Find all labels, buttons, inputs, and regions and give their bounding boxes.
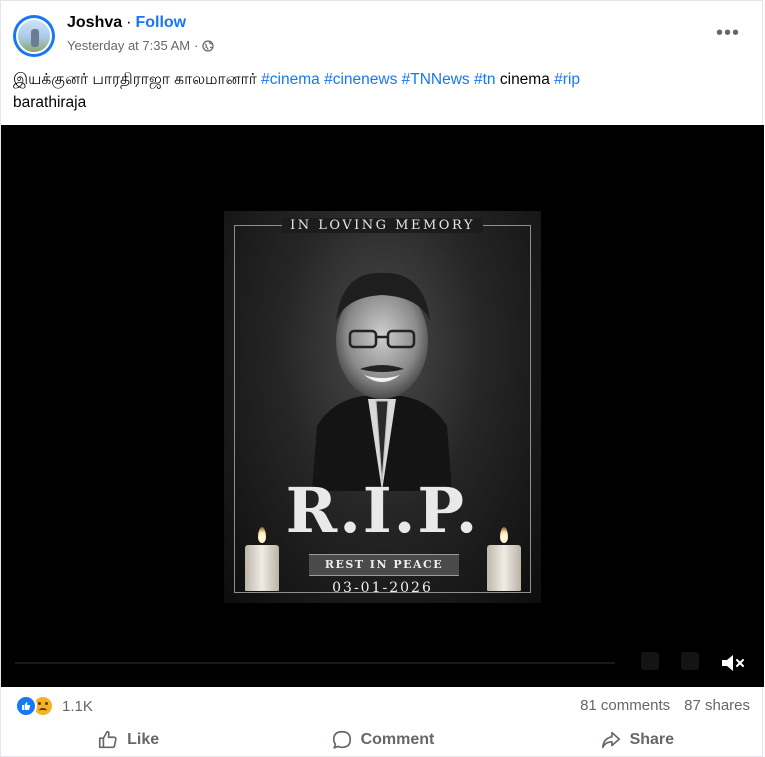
author-row: Joshva · Follow <box>67 14 186 32</box>
caption-text-2: cinema <box>495 71 555 88</box>
shares-count[interactable]: 87 shares <box>684 697 750 714</box>
speaker-muted-icon[interactable] <box>720 651 746 675</box>
share-label: Share <box>629 731 675 748</box>
comment-label: Comment <box>360 731 435 748</box>
candle-icon <box>487 545 521 591</box>
author-name[interactable]: Joshva <box>67 14 122 32</box>
candle-flame-icon <box>500 527 508 543</box>
comments-count[interactable]: 81 comments <box>580 697 670 714</box>
post-actions: Like Comment Share <box>1 723 764 757</box>
candle-icon <box>245 545 279 591</box>
rip-text: R.I.P. <box>285 474 480 547</box>
poster-header: IN LOVING MEMORY <box>224 218 541 233</box>
hashtag-rip[interactable]: #rip <box>554 71 580 88</box>
like-button[interactable]: Like <box>1 723 255 757</box>
settings-icon[interactable] <box>641 652 659 670</box>
post-stats: 1.1K 81 comments 87 shares <box>1 693 764 719</box>
caption-text-3: barathiraja <box>13 94 87 111</box>
candle-flame-icon <box>258 527 266 543</box>
more-options-icon[interactable]: ••• <box>716 23 740 43</box>
name-separator: · <box>126 14 132 31</box>
meta-separator: · <box>194 38 199 53</box>
post-meta: Yesterday at 7:35 AM · <box>67 38 215 53</box>
hashtag-cinenews[interactable]: #cinenews <box>324 71 397 88</box>
share-button[interactable]: Share <box>510 723 764 757</box>
reactions-summary[interactable]: 1.1K <box>15 695 93 717</box>
post-caption: இயக்குனர் பாரதிராஜா காலமானார் #cinema #c… <box>13 68 743 114</box>
post-timestamp[interactable]: Yesterday at 7:35 AM <box>67 38 190 53</box>
reaction-count: 1.1K <box>62 697 93 715</box>
hashtag-cinema[interactable]: #cinema <box>261 71 320 88</box>
post-card: Joshva · Follow Yesterday at 7:35 AM · •… <box>0 0 764 757</box>
engagement-counts: 81 comments 87 shares <box>580 697 750 714</box>
fullscreen-icon[interactable] <box>681 652 699 670</box>
comment-icon <box>332 730 351 749</box>
hashtag-tn[interactable]: #tn <box>474 71 496 88</box>
rest-in-peace-banner: REST IN PEACE <box>309 554 459 576</box>
like-reaction-icon <box>15 695 37 717</box>
caption-text: இயக்குனர் பாரதிராஜா காலமானார் <box>13 71 262 88</box>
memorial-poster: IN LOVING MEMORY R.I.P. REST IN PEACE 03… <box>224 211 541 603</box>
avatar[interactable] <box>13 15 55 57</box>
share-icon <box>601 731 620 749</box>
poster-header-text: IN LOVING MEMORY <box>282 218 483 233</box>
portrait-image <box>312 272 452 491</box>
comment-button[interactable]: Comment <box>255 723 509 757</box>
follow-button[interactable]: Follow <box>135 14 186 32</box>
video-player[interactable]: IN LOVING MEMORY R.I.P. REST IN PEACE 03… <box>1 125 764 687</box>
thumbs-up-icon <box>99 730 117 749</box>
like-label: Like <box>127 731 160 748</box>
video-progress-bar[interactable] <box>15 662 615 664</box>
hashtag-tnnews[interactable]: #TNNews <box>402 71 470 88</box>
globe-icon[interactable] <box>202 39 215 52</box>
avatar-image <box>16 18 52 54</box>
